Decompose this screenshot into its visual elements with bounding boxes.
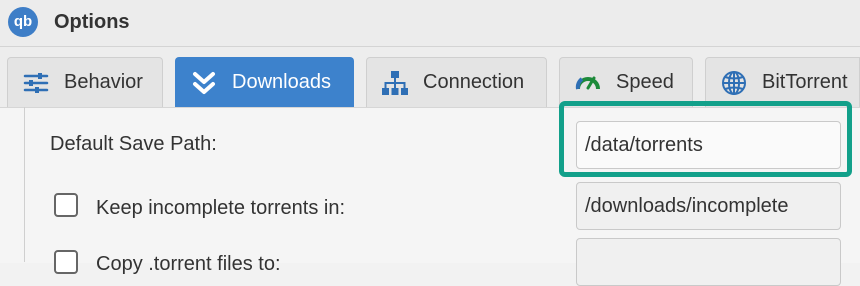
default-save-path-label: Default Save Path: <box>50 133 217 155</box>
tab-label: Downloads <box>232 71 331 93</box>
keep-incomplete-checkbox[interactable] <box>54 193 78 217</box>
tab-label: Connection <box>423 71 525 93</box>
tab-label: Speed <box>616 71 674 93</box>
keep-incomplete-input[interactable]: /downloads/incomplete <box>576 182 841 230</box>
tab-behavior[interactable]: Behavior <box>7 57 163 107</box>
copy-torrent-files-checkbox[interactable] <box>54 250 78 274</box>
tab-connection[interactable]: Connection <box>366 57 547 107</box>
tab-label: Behavior <box>64 71 143 93</box>
copy-torrent-files-input[interactable] <box>576 238 841 286</box>
tab-downloads[interactable]: Downloads <box>175 57 354 107</box>
qbittorrent-logo-icon: qb <box>8 7 38 37</box>
tab-bittorrent[interactable]: BitTorrent <box>705 57 860 107</box>
speedometer-icon <box>574 69 602 97</box>
tab-label: BitTorrent <box>762 71 848 93</box>
sliders-icon <box>22 69 50 97</box>
title-bar: qb Options <box>0 0 860 47</box>
window-title: Options <box>54 11 130 33</box>
copy-torrent-files-label: Copy .torrent files to: <box>96 253 281 275</box>
tab-speed[interactable]: Speed <box>559 57 693 107</box>
globe-icon <box>720 69 748 97</box>
tab-bar: Behavior Downloads Connection Speed BitT… <box>0 47 860 107</box>
keep-incomplete-label: Keep incomplete torrents in: <box>96 197 346 219</box>
double-chevron-down-icon <box>190 69 218 97</box>
network-icon <box>381 69 409 97</box>
panel-border <box>24 107 25 262</box>
default-save-path-input[interactable]: /data/torrents <box>576 121 841 169</box>
